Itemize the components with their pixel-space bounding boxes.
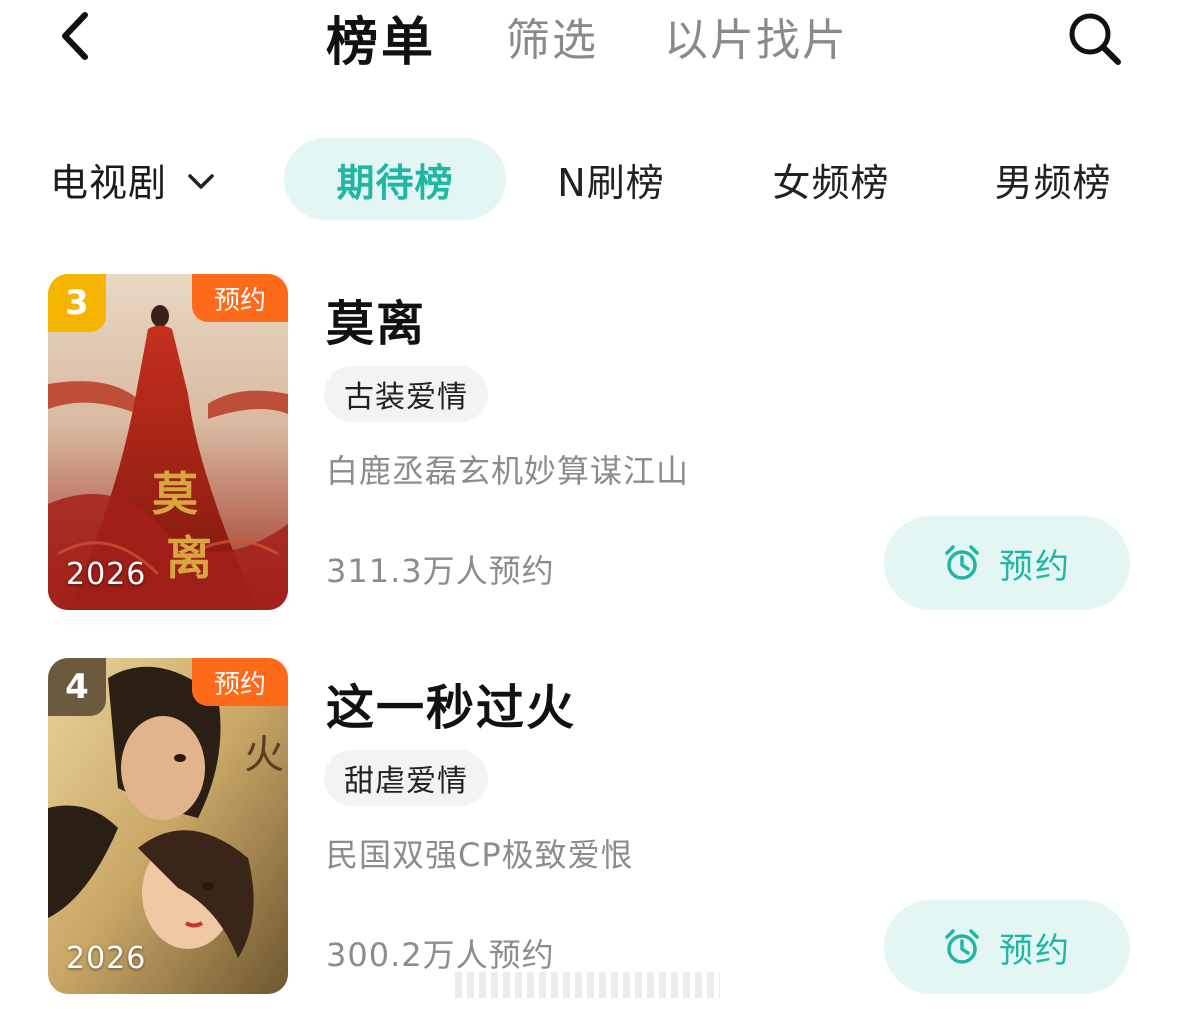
tab-find-similar[interactable]: 以片找片	[664, 4, 848, 68]
rank-badge: 3	[48, 274, 106, 332]
list-item[interactable]: 莫 离 3 预约 2026 莫离 古装爱情 白鹿丞磊玄机妙算谋江山 311.3万…	[0, 274, 1179, 614]
search-button[interactable]	[1062, 6, 1128, 72]
ranking-page: 榜单 筛选 以片找片 电视剧 期待榜 N刷榜 女频榜 男频榜 莫 离 3 预约 …	[0, 0, 1179, 1009]
reserve-tag: 预约	[192, 658, 288, 706]
reservation-count: 311.3万人预约	[326, 552, 555, 590]
show-title[interactable]: 这一秒过火	[326, 668, 576, 738]
tab-anticipated[interactable]: 期待榜	[284, 138, 506, 220]
svg-text:火: 火	[244, 732, 284, 778]
poster-image[interactable]: 火 4 预约 2026	[48, 658, 288, 994]
reserve-button-label: 预约	[999, 546, 1071, 587]
year-label: 2026	[66, 557, 147, 592]
chevron-left-icon	[62, 12, 88, 60]
list-item[interactable]: 火 4 预约 2026 这一秒过火 甜虐爱情 民国双强CP极致爱恨 300.2万…	[0, 658, 1179, 998]
tab-filter[interactable]: 筛选	[506, 4, 598, 68]
category-label: 电视剧	[50, 161, 168, 205]
alarm-clock-icon	[945, 545, 979, 580]
search-icon	[1069, 13, 1121, 65]
year-label: 2026	[66, 941, 147, 976]
genre-tag: 古装爱情	[324, 366, 488, 422]
svg-text:离: 离	[166, 531, 212, 585]
chevron-down-icon	[188, 173, 214, 189]
watermark	[455, 972, 720, 998]
show-description: 白鹿丞磊玄机妙算谋江山	[326, 452, 690, 490]
alarm-clock-icon	[945, 929, 979, 964]
category-dropdown[interactable]: 电视剧	[50, 152, 215, 207]
reserve-button[interactable]: 预约	[884, 900, 1130, 994]
genre-tag: 甜虐爱情	[324, 750, 488, 806]
reserve-button[interactable]: 预约	[884, 516, 1130, 610]
svg-text:莫: 莫	[152, 467, 198, 521]
show-title[interactable]: 莫离	[326, 284, 426, 354]
tab-rewatch[interactable]: N刷榜	[536, 138, 686, 220]
reservation-count: 300.2万人预约	[326, 936, 555, 974]
category-row: 电视剧 期待榜 N刷榜 女频榜 男频榜	[0, 130, 1179, 230]
reserve-button-label: 预约	[999, 930, 1071, 971]
reserve-tag: 预约	[192, 274, 288, 322]
tab-male-channel[interactable]: 男频榜	[978, 138, 1128, 220]
poster-image[interactable]: 莫 离 3 预约 2026	[48, 274, 288, 610]
show-description: 民国双强CP极致爱恨	[326, 836, 634, 874]
tab-ranking[interactable]: 榜单	[326, 0, 436, 75]
top-bar: 榜单 筛选 以片找片	[0, 0, 1179, 80]
rank-badge: 4	[48, 658, 106, 716]
tab-female-channel[interactable]: 女频榜	[756, 138, 906, 220]
back-button[interactable]	[44, 6, 104, 66]
